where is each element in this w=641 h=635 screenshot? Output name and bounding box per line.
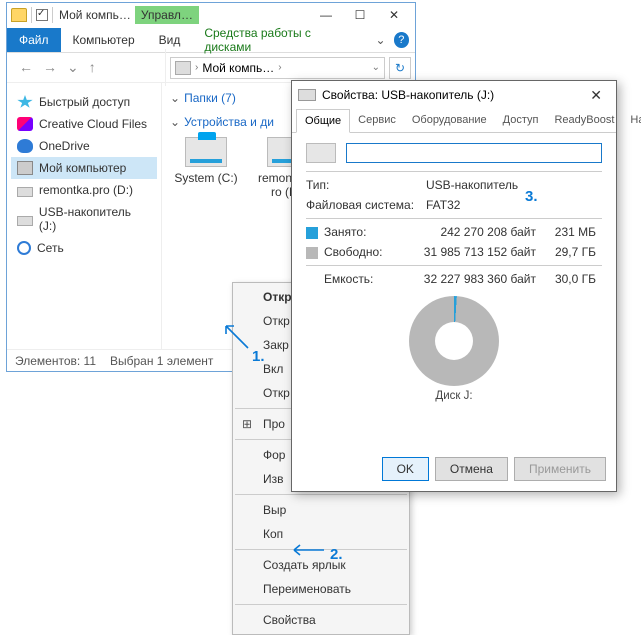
chevron-right-icon[interactable]: › xyxy=(195,62,198,73)
disk-label: Диск J: xyxy=(306,390,602,402)
nav-pane: Быстрый доступ Creative Cloud Files OneD… xyxy=(7,83,162,349)
tab-strip: Общие Сервис Оборудование Доступ ReadyBo… xyxy=(292,109,616,133)
ctx-rename[interactable]: Переименовать xyxy=(233,577,409,601)
cancel-button[interactable]: Отмена xyxy=(435,457,508,481)
cloud-icon xyxy=(17,139,33,153)
sidebar-item-network[interactable]: Сеть xyxy=(11,237,157,259)
apply-button[interactable]: Применить xyxy=(514,457,606,481)
dialog-body: Тип: USB-накопитель Файловая система: FA… xyxy=(292,133,616,412)
back-button[interactable]: ← xyxy=(15,57,37,78)
tab-hardware[interactable]: Оборудование xyxy=(404,109,495,132)
capacity-label: Емкость: xyxy=(306,272,416,286)
file-tab[interactable]: Файл xyxy=(7,28,61,52)
close-button[interactable]: ✕ xyxy=(582,85,610,106)
capacity-hr: 30,0 ГБ xyxy=(536,272,596,286)
view-tab[interactable]: Вид xyxy=(147,28,193,52)
help-icon[interactable]: ? xyxy=(394,32,409,48)
folder-icon xyxy=(11,8,27,22)
annotation-2: 2. xyxy=(330,546,343,563)
tab-readyboost[interactable]: ReadyBoost xyxy=(546,109,622,132)
defender-icon: ⊞ xyxy=(239,416,255,432)
tab-custom[interactable]: Настройка xyxy=(622,109,641,132)
chevron-down-icon[interactable]: ⌄ xyxy=(372,62,380,73)
annotation-3: 3. xyxy=(525,188,538,205)
free-label: Свободно: xyxy=(306,245,416,259)
annotation-arrow-1 xyxy=(222,320,250,350)
ribbon-expand-icon[interactable]: ⌄ xyxy=(368,33,394,47)
history-dropdown-icon[interactable]: ⌄ xyxy=(63,57,83,78)
pc-icon xyxy=(175,61,191,75)
drive-icon xyxy=(185,137,227,167)
used-label: Занято: xyxy=(306,225,416,239)
dialog-buttons: OK Отмена Применить xyxy=(382,457,606,481)
drive-icon xyxy=(306,143,336,163)
creative-cloud-icon xyxy=(17,117,33,131)
free-color-swatch xyxy=(306,247,318,259)
pc-icon xyxy=(17,161,33,175)
crumb-label[interactable]: Мой компь… xyxy=(202,61,274,75)
sidebar-item-creative-cloud[interactable]: Creative Cloud Files xyxy=(11,113,157,135)
refresh-button[interactable]: ↻ xyxy=(389,57,411,79)
fs-label: Файловая система: xyxy=(306,198,426,212)
sidebar-item-remontka[interactable]: remontka.pro (D:) xyxy=(11,179,157,201)
close-button[interactable]: ✕ xyxy=(377,4,411,26)
manage-tab[interactable]: Управл… xyxy=(135,6,199,24)
ctx-copy[interactable]: Коп xyxy=(233,522,409,546)
dialog-title: Свойства: USB-накопитель (J:) xyxy=(322,88,494,102)
drive-tools-tab[interactable]: Средства работы с дисками xyxy=(192,21,367,59)
sidebar-item-my-computer[interactable]: Мой компьютер xyxy=(11,157,157,179)
network-icon xyxy=(17,241,31,255)
tab-service[interactable]: Сервис xyxy=(350,109,404,132)
capacity-bytes: 32 227 983 360 байт xyxy=(416,272,536,286)
sidebar-item-onedrive[interactable]: OneDrive xyxy=(11,135,157,157)
status-selection: Выбран 1 элемент xyxy=(110,354,213,368)
type-value: USB-накопитель xyxy=(426,178,602,192)
annotation-arrow-2 xyxy=(292,544,326,556)
star-icon xyxy=(17,95,33,109)
dialog-title-bar[interactable]: Свойства: USB-накопитель (J:) ✕ xyxy=(292,81,616,109)
computer-tab[interactable]: Компьютер xyxy=(61,28,147,52)
address-bar: ← → ⌄ ↑ › Мой компь… › ⌄ ↻ xyxy=(7,53,415,83)
tab-general[interactable]: Общие xyxy=(296,109,350,133)
free-bytes: 31 985 713 152 байт xyxy=(416,245,536,259)
forward-button[interactable]: → xyxy=(39,57,61,78)
used-bytes: 242 270 208 байт xyxy=(416,225,536,239)
drive-label-input[interactable] xyxy=(346,143,602,163)
annotation-1: 1. xyxy=(252,348,265,365)
properties-qat-icon[interactable] xyxy=(36,9,48,21)
window-title: Мой компь… xyxy=(59,8,131,22)
used-hr: 231 МБ xyxy=(536,225,596,239)
free-hr: 29,7 ГБ xyxy=(536,245,596,259)
ctx-create-shortcut[interactable]: Создать ярлык xyxy=(233,553,409,577)
quick-access-toolbar xyxy=(11,7,53,23)
ctx-properties[interactable]: Свойства xyxy=(233,608,409,632)
used-color-swatch xyxy=(306,227,318,239)
drive-icon xyxy=(17,187,33,197)
ctx-cut[interactable]: Выр xyxy=(233,498,409,522)
ok-button[interactable]: OK xyxy=(382,457,429,481)
nav-buttons: ← → ⌄ ↑ xyxy=(11,49,166,86)
capacity-pie-chart xyxy=(409,296,499,386)
drive-icon xyxy=(298,89,316,101)
status-count: Элементов: 11 xyxy=(15,354,96,368)
sidebar-item-usb[interactable]: USB-накопитель (J:) xyxy=(11,201,157,237)
tab-access[interactable]: Доступ xyxy=(495,109,547,132)
chevron-right-icon[interactable]: › xyxy=(278,62,281,73)
up-button[interactable]: ↑ xyxy=(85,57,100,78)
sidebar-item-quick-access[interactable]: Быстрый доступ xyxy=(11,91,157,113)
breadcrumb[interactable]: › Мой компь… › ⌄ xyxy=(170,57,385,79)
type-label: Тип: xyxy=(306,178,426,192)
drive-system-c[interactable]: System (C:) xyxy=(170,137,242,233)
drive-icon xyxy=(17,216,33,226)
fs-value: FAT32 xyxy=(426,198,602,212)
properties-dialog: Свойства: USB-накопитель (J:) ✕ Общие Се… xyxy=(291,80,617,492)
